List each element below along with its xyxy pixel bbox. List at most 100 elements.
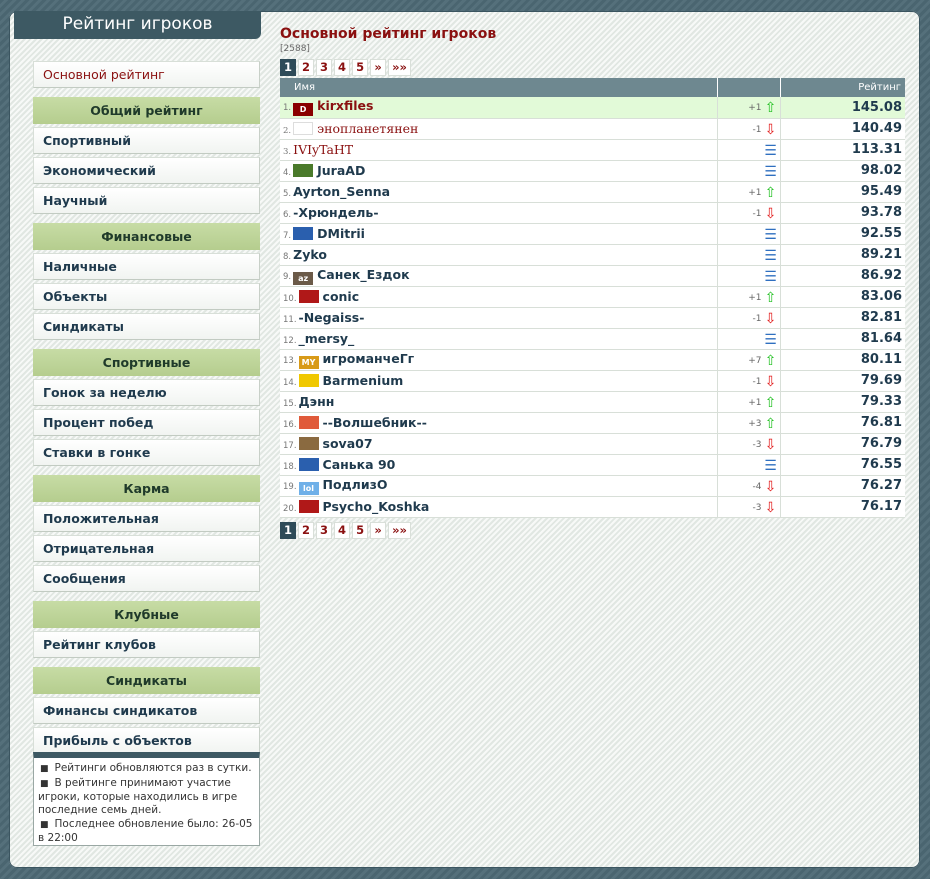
nav-item[interactable]: Экономический [33, 157, 260, 184]
page-link[interactable]: »» [388, 58, 411, 76]
page-link[interactable]: » [370, 58, 387, 76]
player-name-link[interactable]: sova07 [323, 436, 373, 451]
player-cell: 13. MY игроманчеГг [280, 349, 718, 371]
total-count: [2588] [280, 44, 310, 54]
nav-item[interactable]: Гонок за неделю [33, 379, 260, 406]
position-number: 13. [283, 355, 297, 366]
change-cell: ☰ [717, 139, 781, 161]
nav-group-header: Карма [33, 475, 260, 502]
nav-item[interactable]: Сообщения [33, 565, 260, 592]
player-cell: 17. sova07 [280, 433, 718, 455]
table-row: 12. _mersy_ ☰ 81.64 [280, 328, 905, 350]
page-link[interactable]: »» [388, 522, 411, 539]
player-cell: 11. -Negaiss- [280, 307, 718, 329]
player-name-link[interactable]: игроманчеГг [323, 351, 415, 366]
arrow-down-icon: ⇩ [764, 121, 777, 138]
pagination-bottom: 1 2 3 4 5»»» [280, 521, 905, 541]
page-link[interactable]: 4 [334, 522, 351, 539]
nav-item[interactable]: Объекты [33, 283, 260, 310]
player-name-link[interactable]: --Волшебник-- [323, 415, 427, 430]
nav-item-main-rating[interactable]: Основной рейтинг [33, 61, 260, 88]
page-link[interactable]: 1 [280, 522, 297, 539]
player-name-link[interactable]: энопланетянен [317, 121, 418, 136]
page-link[interactable]: 2 [298, 58, 315, 76]
rating-value: 76.27 [780, 475, 905, 497]
rating-value: 92.55 [780, 223, 905, 245]
change-cell: +1 ⇧ [717, 286, 781, 308]
position-number: 16. [283, 420, 297, 430]
position-number: 14. [283, 378, 297, 388]
nav-item[interactable]: Спортивный [33, 127, 260, 154]
nav-item[interactable]: Рейтинг клубов [33, 631, 260, 658]
player-name-link[interactable]: JuraAD [317, 163, 365, 178]
nav-item[interactable]: Синдикаты [33, 313, 260, 340]
nav-item[interactable]: Наличные [33, 253, 260, 280]
position-delta: +7 [748, 355, 762, 366]
player-name-link[interactable]: Санек_Ездок [317, 267, 409, 282]
player-name-link[interactable]: Санька 90 [323, 457, 396, 472]
change-cell: -1 ⇩ [717, 202, 781, 224]
position-delta: -1 [752, 313, 762, 324]
player-cell: 9. az Санек_Ездок [280, 265, 718, 287]
nav-item[interactable]: Научный [33, 187, 260, 214]
table-row: 16. --Волшебник-- +3 ⇧ 76.81 [280, 412, 905, 434]
equal-icon: ☰ [764, 142, 777, 159]
position-delta: -4 [752, 481, 762, 492]
avatar-icon [298, 416, 319, 429]
player-name-link[interactable]: Zyko [293, 247, 327, 262]
player-name-link[interactable]: ПодлизО [323, 477, 388, 492]
position-number: 7. [283, 231, 292, 241]
player-name-link[interactable]: Barmenium [323, 373, 404, 388]
nav-item[interactable]: Отрицательная [33, 535, 260, 562]
main-content: Основной рейтинг игроков [2588] 1 2 3 4 5»»»… [280, 26, 905, 541]
avatar-icon [293, 164, 314, 177]
page-link[interactable]: » [370, 522, 387, 539]
position-delta: +3 [748, 418, 762, 429]
player-name-link[interactable]: -Negaiss- [299, 310, 365, 325]
table-row: 2. энопланетянен -1 ⇩ 140.49 [280, 118, 905, 140]
page-link[interactable]: 3 [316, 522, 333, 539]
equal-icon: ☰ [764, 457, 777, 474]
player-name-link[interactable]: Ayrton_Senna [293, 184, 390, 199]
position-delta: -1 [752, 208, 762, 219]
table-row: 18. Санька 90 ☰ 76.55 [280, 454, 905, 476]
nav-item[interactable]: Положительная [33, 505, 260, 532]
page-link[interactable]: 5 [352, 522, 369, 539]
nav-item[interactable]: Ставки в гонке [33, 439, 260, 466]
change-cell: -1 ⇩ [717, 307, 781, 329]
page-link[interactable]: 1 [280, 58, 297, 76]
player-name-link[interactable]: conic [323, 289, 360, 304]
player-name-link[interactable]: Psycho_Koshka [323, 499, 430, 514]
change-cell: ☰ [717, 454, 781, 476]
avatar-icon [293, 122, 314, 135]
rating-value: 89.21 [780, 244, 905, 266]
arrow-up-icon: ⇧ [764, 352, 777, 369]
position-number: 8. [283, 252, 292, 262]
note-3: ■ Последнее обновление было: 26-05 в 22:0… [38, 818, 253, 844]
equal-icon: ☰ [764, 226, 777, 243]
player-name-link[interactable]: IVIyTaHT [293, 142, 353, 157]
page-link[interactable]: 5 [352, 58, 369, 76]
nav-item[interactable]: Прибыль с объектов [33, 727, 260, 754]
player-name-link[interactable]: Дэнн [299, 394, 335, 409]
page-link[interactable]: 2 [298, 522, 315, 539]
note-1: ■ Рейтинги обновляются раз в сутки. [40, 762, 252, 774]
nav-item[interactable]: Процент побед [33, 409, 260, 436]
arrow-down-icon: ⇩ [764, 478, 777, 495]
player-name-link[interactable]: -Хрюндель- [293, 205, 378, 220]
avatar-icon: D [293, 103, 314, 117]
rating-value: 79.33 [780, 391, 905, 413]
table-row: 5. Ayrton_Senna +1 ⇧ 95.49 [280, 181, 905, 203]
page-link[interactable]: 4 [334, 58, 351, 76]
rating-value: 82.81 [780, 307, 905, 329]
table-row: 9. az Санек_Ездок ☰ 86.92 [280, 265, 905, 287]
player-name-link[interactable]: _mersy_ [299, 331, 355, 346]
page-link[interactable]: 3 [316, 58, 333, 76]
table-row: 8. Zyko ☰ 89.21 [280, 244, 905, 266]
player-cell: 14. Barmenium [280, 370, 718, 392]
player-name-link[interactable]: kirxfiles [317, 98, 373, 113]
player-cell: 5. Ayrton_Senna [280, 181, 718, 203]
nav-item[interactable]: Финансы синдикатов [33, 697, 260, 724]
change-cell: -1 ⇩ [717, 118, 781, 140]
player-name-link[interactable]: DMitrii [317, 226, 365, 241]
